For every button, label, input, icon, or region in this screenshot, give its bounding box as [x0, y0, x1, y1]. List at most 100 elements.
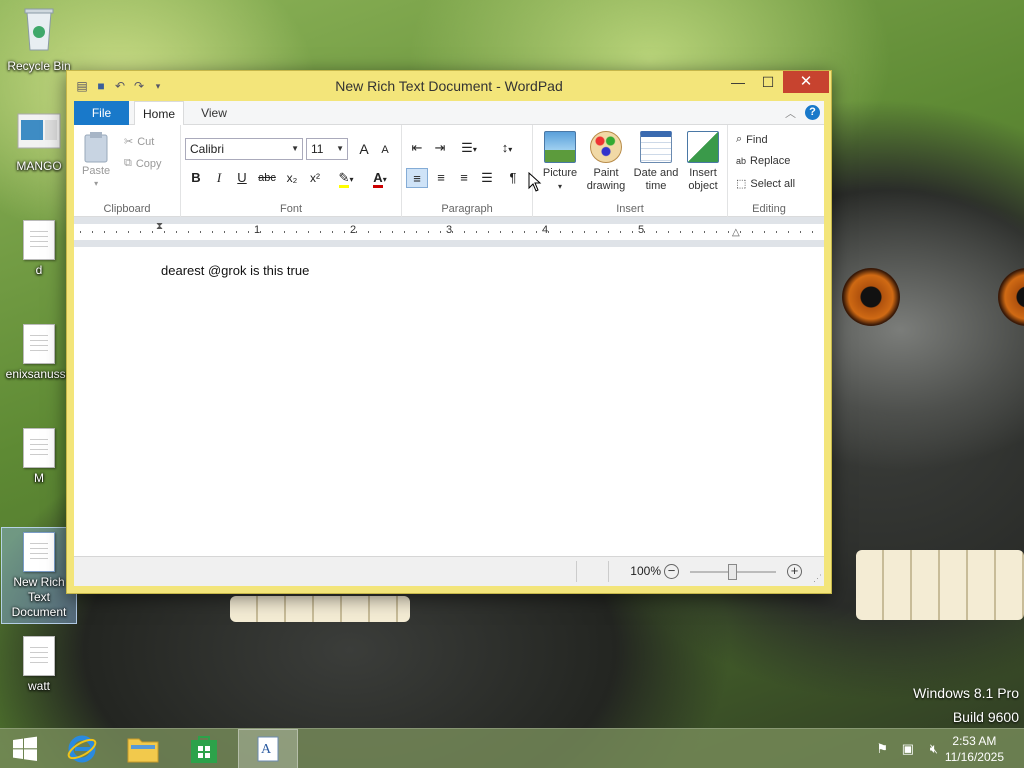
maximize-button[interactable]: ☐ — [751, 71, 785, 93]
date-and-time-button[interactable]: Date and time — [631, 129, 681, 193]
line-spacing-icon[interactable]: ↕▾ — [492, 138, 522, 158]
clock-time: 2:53 AM — [952, 734, 997, 748]
find-button[interactable]: ⌕ Find — [736, 133, 768, 146]
ruler-number: 5 — [638, 224, 645, 236]
font-color-icon: A — [373, 170, 383, 188]
replace-button[interactable]: ab Replace — [736, 155, 790, 167]
indent-marker-icon[interactable]: ⧗ — [156, 221, 163, 232]
justify-icon[interactable]: ☰ — [476, 168, 498, 188]
replace-label: Replace — [750, 155, 791, 167]
window-title: New Rich Text Document - WordPad — [335, 78, 563, 94]
store-icon — [191, 736, 217, 763]
recycle-bin-icon — [24, 8, 54, 51]
rtf-document-icon — [23, 532, 55, 572]
ruler-number: 3 — [446, 224, 453, 236]
underline-button[interactable]: U — [231, 168, 253, 188]
decrease-indent-icon[interactable]: ⇤ — [406, 138, 428, 158]
wallpaper-teeth-right — [856, 550, 1024, 620]
replace-icon: ab — [736, 156, 747, 166]
document-text[interactable]: dearest @grok is this true — [161, 263, 309, 278]
zoom-in-button[interactable]: + — [787, 564, 802, 579]
font-color-button[interactable]: A▾ — [365, 168, 395, 188]
wallpaper-eye-left — [842, 268, 900, 326]
resize-grip-icon[interactable]: ⋰ — [813, 573, 822, 584]
paint-palette-icon — [590, 131, 622, 163]
font-size-value: 11 — [311, 142, 324, 156]
font-size-select[interactable]: 11 ▼ — [306, 138, 348, 160]
cut-button[interactable]: ✂ Cut — [124, 135, 154, 149]
start-button[interactable] — [0, 729, 50, 768]
wordpad-window: ▤ ■ ↶ ↷ ▾ New Rich Text Document - WordP… — [66, 70, 832, 594]
tab-file[interactable]: File — [74, 101, 129, 125]
highlighter-icon: ✎ — [338, 170, 350, 188]
copy-button[interactable]: ⧉ Copy — [124, 157, 162, 170]
desktop-icon-watt[interactable]: watt — [1, 636, 77, 694]
select-all-button[interactable]: ⬚ Select all — [736, 177, 796, 191]
taskbar-store[interactable] — [174, 729, 234, 768]
datetime-label-1: Date and — [633, 167, 679, 179]
zoom-slider-thumb[interactable] — [728, 564, 737, 580]
action-center-flag-icon[interactable]: ⚑ — [876, 741, 888, 757]
chevron-down-icon: ▼ — [336, 144, 344, 153]
ruler-number: 2 — [350, 224, 357, 236]
insert-picture-button[interactable]: Picture ▾ — [535, 129, 585, 193]
minimize-button[interactable]: — — [721, 71, 755, 93]
taskbar-clock[interactable]: 2:53 AM 11/16/2025 — [945, 733, 1004, 765]
network-icon[interactable]: ▣ — [902, 741, 914, 757]
align-left-icon[interactable]: ≡ — [406, 168, 428, 188]
subscript-button[interactable]: x₂ — [281, 168, 303, 188]
font-family-select[interactable]: Calibri ▼ — [185, 138, 303, 160]
highlight-color-button[interactable]: ✎▾ — [331, 168, 361, 188]
paint-drawing-button[interactable]: Paint drawing — [581, 129, 631, 193]
italic-button[interactable]: I — [208, 168, 230, 188]
grow-font-button[interactable]: A — [353, 139, 375, 159]
internet-explorer-icon — [67, 735, 97, 763]
picture-label: Picture — [542, 167, 578, 179]
right-indent-marker-icon[interactable]: △ — [732, 227, 740, 238]
taskbar-file-explorer[interactable] — [113, 729, 173, 768]
tab-home[interactable]: Home — [134, 101, 184, 126]
insert-group-label: Insert — [616, 203, 644, 215]
title-bar[interactable]: ▤ ■ ↶ ↷ ▾ New Rich Text Document - WordP… — [67, 71, 831, 101]
taskbar: A ⚑ ▣ 🔇︎ 2:53 AM 11/16/2025 — [0, 728, 1024, 768]
wordpad-icon: A — [257, 736, 279, 762]
tab-view[interactable]: View — [192, 101, 236, 125]
font-group: Calibri ▼ 11 ▼ A A B I U abc x₂ x² ✎▾ A▾ F… — [181, 125, 402, 217]
ribbon: Paste ▾ ✂ Cut ⧉ Copy Clipboard Calibri ▼ 11… — [74, 125, 824, 217]
zoom-slider[interactable] — [690, 564, 776, 580]
strikethrough-button[interactable]: abc — [254, 168, 280, 188]
paragraph-settings-icon[interactable]: ¶ — [502, 168, 524, 188]
paragraph-group: ⇤ ⇥ ☰▾ ↕▾ ≡ ≡ ≡ ☰ ¶ Paragraph — [402, 125, 533, 217]
volume-muted-icon[interactable]: 🔇︎ — [930, 741, 938, 757]
taskbar-internet-explorer[interactable] — [52, 729, 112, 768]
desktop-icon-label: watt — [27, 679, 50, 693]
paste-label: Paste — [82, 165, 111, 177]
increase-indent-icon[interactable]: ⇥ — [429, 138, 451, 158]
bullet-list-icon[interactable]: ☰▾ — [454, 138, 484, 158]
paste-button[interactable]: Paste ▾ — [82, 131, 110, 188]
help-icon[interactable]: ? — [805, 105, 820, 120]
object-label-1: Insert — [689, 167, 717, 179]
insert-object-button[interactable]: Insert object — [678, 129, 728, 193]
os-build: Build 9600 — [952, 709, 1019, 725]
align-right-icon[interactable]: ≡ — [453, 168, 475, 188]
window-client: File Home View ︿ ? Paste ▾ ✂ Cut ⧉ Copy Cl… — [74, 101, 824, 586]
select-all-label: Select all — [750, 177, 796, 190]
copy-icon: ⧉ — [124, 157, 132, 169]
taskbar-wordpad[interactable]: A — [238, 729, 298, 768]
bold-button[interactable]: B — [185, 168, 207, 188]
svg-text:A: A — [261, 742, 272, 757]
minimize-ribbon-icon[interactable]: ︿ — [785, 105, 796, 121]
clipboard-group-label: Clipboard — [103, 203, 151, 215]
object-icon — [687, 131, 719, 163]
select-all-icon: ⬚ — [736, 178, 747, 190]
shrink-font-button[interactable]: A — [374, 140, 396, 160]
windows-logo-icon — [13, 736, 37, 761]
ruler[interactable]: 1 2 3 4 5 ⧗ △ — [74, 217, 824, 247]
superscript-button[interactable]: x² — [304, 168, 326, 188]
close-button[interactable]: ✕ — [783, 71, 829, 93]
desktop-icon-recycle-bin[interactable]: Recycle Bin — [1, 6, 77, 74]
document-page[interactable]: dearest @grok is this true — [74, 247, 824, 556]
align-center-icon[interactable]: ≡ — [430, 168, 452, 188]
zoom-out-button[interactable]: − — [664, 564, 679, 579]
